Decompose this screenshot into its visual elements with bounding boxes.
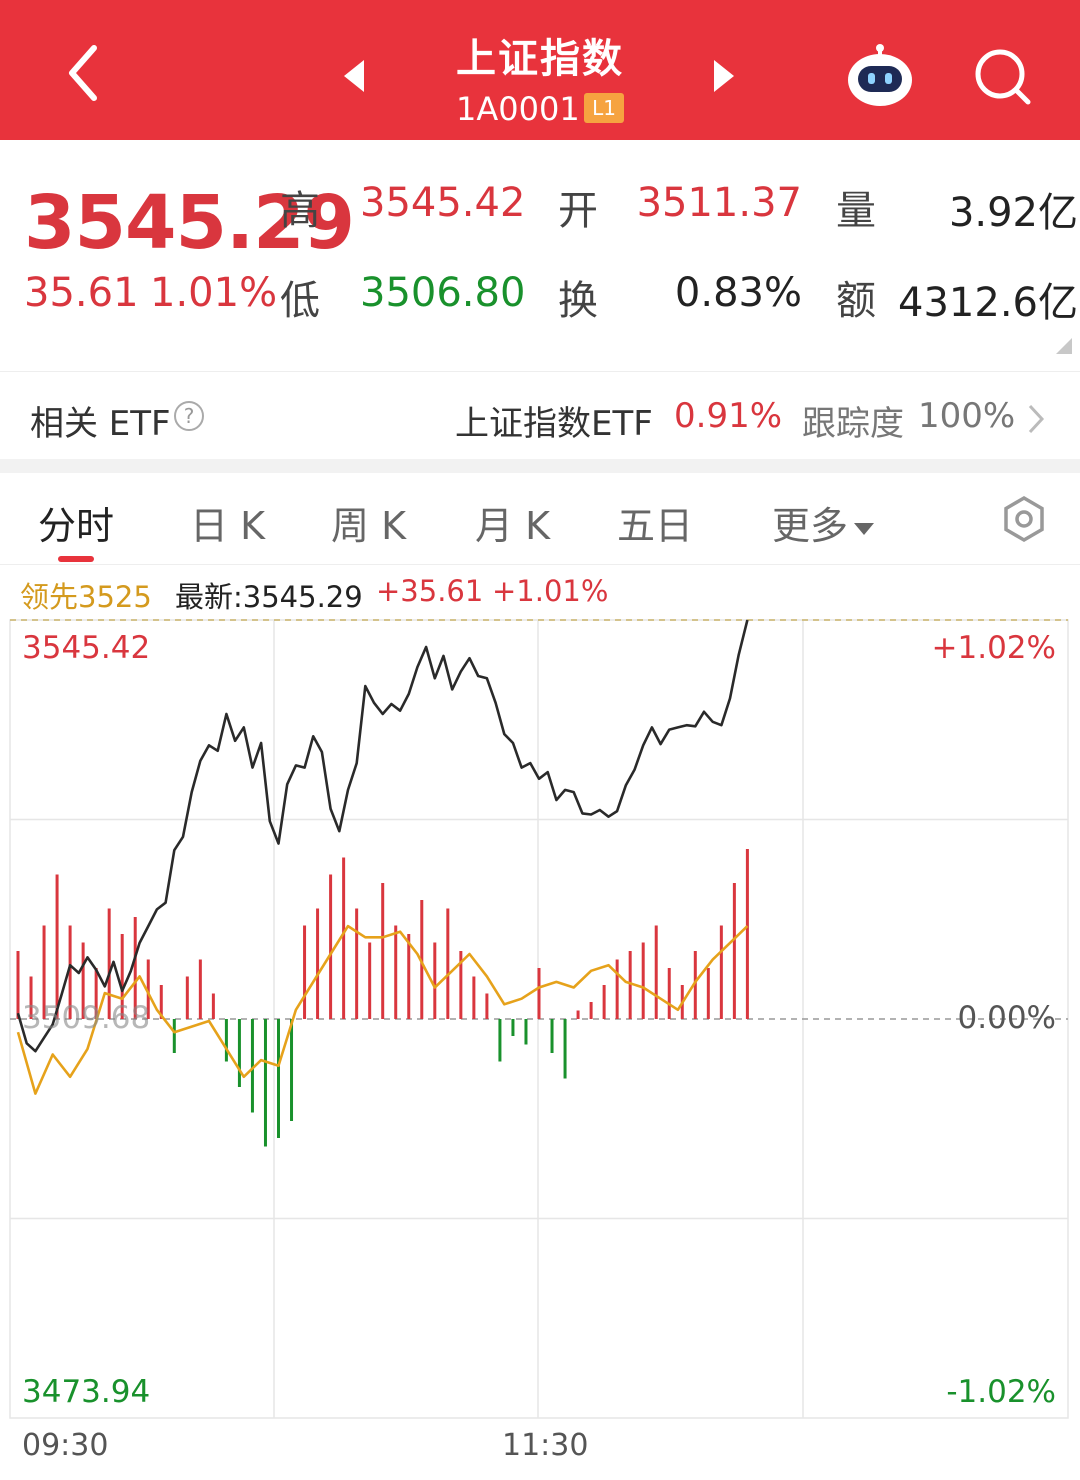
turnover-label: 换 bbox=[558, 278, 598, 324]
volume-bar-29 bbox=[394, 925, 398, 1019]
volume-bar-40 bbox=[537, 968, 541, 1019]
top-bar: 上证指数 1A0001 L1 bbox=[0, 0, 1080, 140]
volume-bar-45 bbox=[602, 985, 606, 1019]
x-label-mid: 11:30 bbox=[502, 1428, 589, 1463]
volume-bar-35 bbox=[472, 976, 476, 1019]
intraday-chart-canvas bbox=[9, 619, 1069, 1419]
tab-daily-k[interactable]: 日 K bbox=[190, 495, 265, 550]
volume-bar-3 bbox=[55, 874, 59, 1019]
volume-bar-14 bbox=[198, 959, 202, 1019]
low-label: 低 bbox=[280, 278, 320, 324]
y-base-pct: 0.00% bbox=[957, 1000, 1056, 1036]
volume-bar-23 bbox=[316, 908, 320, 1019]
volume-bar-32 bbox=[433, 942, 437, 1019]
volume-bar-15 bbox=[211, 993, 215, 1019]
help-icon[interactable]: ? bbox=[174, 401, 204, 431]
volume-bar-41 bbox=[550, 1019, 554, 1053]
settings-hexagon-icon[interactable] bbox=[1000, 495, 1048, 543]
chevron-right-icon[interactable] bbox=[1024, 402, 1048, 436]
section-divider bbox=[0, 459, 1080, 473]
chart-tabs: 分时 日 K 周 K 月 K 五日 更多 bbox=[0, 473, 1080, 565]
tab-five-day[interactable]: 五日 bbox=[617, 495, 693, 550]
tracking-label: 跟踪度 bbox=[802, 404, 904, 444]
x-label-start: 09:30 bbox=[22, 1428, 109, 1463]
next-stock-icon[interactable] bbox=[710, 58, 738, 94]
etf-change-pct: 0.91% bbox=[674, 396, 783, 436]
turnover-value: 0.83% bbox=[674, 270, 802, 316]
leading-index: 领先3525 bbox=[20, 580, 152, 614]
y-top-pct: +1.02% bbox=[931, 630, 1056, 666]
volume-bar-49 bbox=[654, 925, 658, 1019]
active-tab-indicator bbox=[58, 556, 94, 562]
volume-bar-17 bbox=[237, 1019, 241, 1087]
volume-bar-39 bbox=[524, 1019, 528, 1045]
volume-bar-42 bbox=[563, 1019, 567, 1079]
volume-bar-25 bbox=[342, 857, 346, 1019]
volume-bar-13 bbox=[185, 976, 189, 1019]
y-top-label: 3545.42 bbox=[22, 630, 151, 666]
volume-bar-53 bbox=[706, 968, 710, 1019]
volume-bar-0 bbox=[16, 951, 20, 1019]
etf-label: 相关 ETF bbox=[30, 404, 171, 444]
volume-label: 量 bbox=[836, 188, 876, 234]
volume-bar-22 bbox=[303, 925, 307, 1019]
volume-bar-33 bbox=[446, 908, 450, 1019]
intraday-chart[interactable]: 3545.42 +1.02% 3509.68 0.00% 3473.94 -1.… bbox=[0, 616, 1080, 1480]
volume-bar-19 bbox=[263, 1019, 267, 1147]
volume-bar-43 bbox=[576, 1010, 580, 1019]
volume-bar-46 bbox=[615, 959, 619, 1019]
volume-bar-38 bbox=[511, 1019, 515, 1036]
volume-bar-56 bbox=[745, 849, 749, 1019]
latest-change: +35.61 bbox=[376, 574, 484, 608]
volume-bar-55 bbox=[732, 883, 736, 1019]
volume-bar-16 bbox=[224, 1019, 228, 1062]
price-change: 35.61 bbox=[24, 270, 139, 316]
open-value: 3511.37 bbox=[636, 180, 802, 226]
volume-bar-12 bbox=[172, 1019, 176, 1053]
y-base-label: 3509.68 bbox=[22, 1000, 151, 1036]
tab-more-label: 更多 bbox=[772, 504, 849, 548]
volume-bar-26 bbox=[355, 908, 359, 1019]
quote-panel: 3545.29 35.61 1.01% 高 3545.42 低 3506.80 … bbox=[0, 140, 1080, 370]
volume-bar-21 bbox=[290, 1019, 294, 1121]
volume-bar-54 bbox=[719, 925, 723, 1019]
volume-bar-27 bbox=[368, 942, 372, 1019]
level-badge: L1 bbox=[584, 93, 624, 123]
latest-change-pct: +1.01% bbox=[492, 574, 609, 608]
low-value: 3506.80 bbox=[360, 270, 526, 316]
volume-bar-28 bbox=[381, 883, 385, 1019]
volume-bar-48 bbox=[641, 942, 645, 1019]
high-label: 高 bbox=[280, 188, 320, 234]
page-title: 上证指数 bbox=[456, 36, 624, 82]
volume-bar-24 bbox=[329, 874, 333, 1019]
volume-bar-37 bbox=[498, 1019, 502, 1062]
stock-code: 1A0001 bbox=[456, 90, 580, 128]
volume-bar-36 bbox=[485, 993, 489, 1019]
volume-bar-20 bbox=[277, 1019, 280, 1138]
search-icon[interactable] bbox=[972, 46, 1034, 108]
tab-weekly-k[interactable]: 周 K bbox=[331, 495, 406, 550]
high-value: 3545.42 bbox=[360, 180, 526, 226]
expand-corner-icon[interactable] bbox=[1056, 338, 1072, 354]
open-label: 开 bbox=[558, 188, 598, 234]
etf-name[interactable]: 上证指数ETF bbox=[455, 396, 653, 445]
volume-bar-50 bbox=[667, 968, 671, 1019]
tab-intraday[interactable]: 分时 bbox=[38, 495, 114, 550]
related-etf-row[interactable]: 相关 ETF ? 上证指数ETF 0.91% 跟踪度 100% bbox=[0, 371, 1080, 459]
dropdown-triangle-icon bbox=[854, 522, 875, 535]
price-change-pct: 1.01% bbox=[150, 270, 278, 316]
volume-value: 3.92亿 bbox=[948, 190, 1078, 236]
volume-bar-44 bbox=[589, 1002, 593, 1019]
latest-price: 最新:3545.29 bbox=[175, 580, 363, 614]
volume-bar-30 bbox=[407, 934, 411, 1019]
chart-info-row: 领先3525 最新:3545.29 +35.61 +1.01% bbox=[0, 568, 1080, 616]
tracking-value: 100% bbox=[918, 396, 1016, 436]
tab-monthly-k[interactable]: 月 K bbox=[475, 495, 550, 550]
y-bottom-pct: -1.02% bbox=[946, 1374, 1056, 1410]
tab-more[interactable]: 更多 bbox=[772, 495, 875, 550]
amount-value: 4312.6亿 bbox=[898, 280, 1078, 326]
robot-assistant-icon[interactable] bbox=[846, 42, 914, 108]
y-bottom-label: 3473.94 bbox=[22, 1374, 151, 1410]
amount-label: 额 bbox=[836, 278, 876, 324]
